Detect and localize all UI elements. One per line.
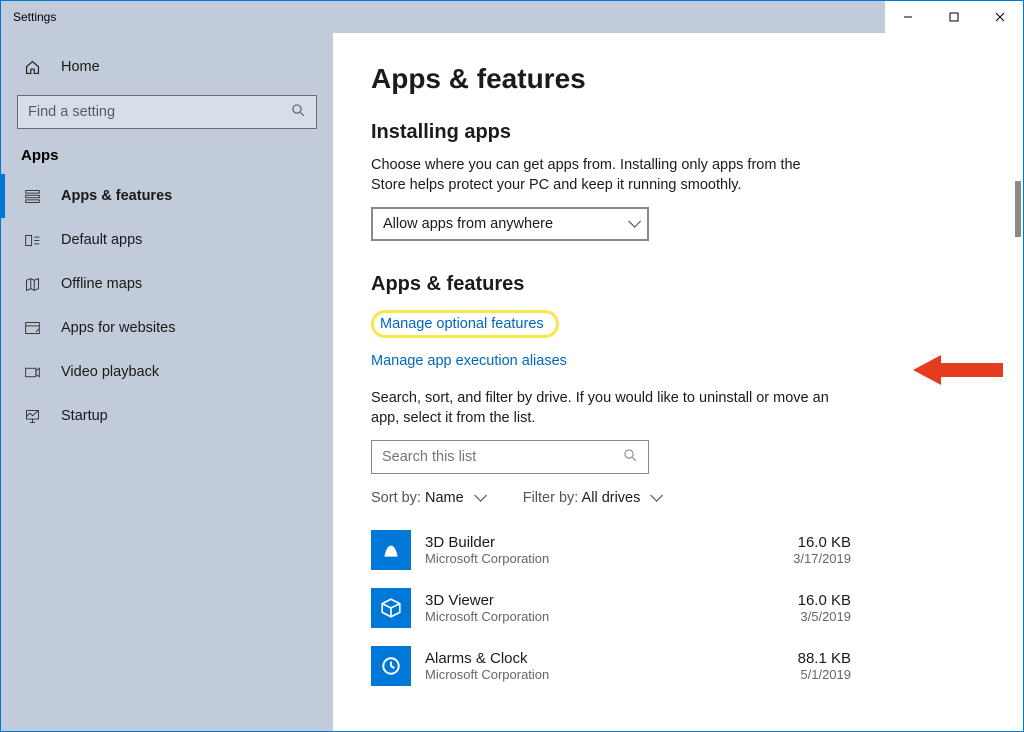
apps-features-heading: Apps & features [371,273,985,296]
install-source-dropdown[interactable]: Allow apps from anywhere [371,207,649,241]
app-meta: 16.0 KB3/17/2019 [793,534,851,566]
installing-apps-desc: Choose where you can get apps from. Inst… [371,156,831,195]
sort-by-dropdown[interactable]: Sort by: Name [371,490,483,506]
search-input[interactable]: Find a setting [17,95,317,129]
sidebar-item-startup[interactable]: Startup [1,394,333,438]
startup-icon [23,408,41,425]
settings-window: Settings Home Find a setting [0,0,1024,732]
search-list-input[interactable]: Search this list [371,440,649,474]
apps-features-desc: Search, sort, and filter by drive. If yo… [371,389,831,428]
apps-websites-icon [23,320,41,337]
chevron-down-icon [644,490,659,506]
app-size: 16.0 KB [798,592,851,609]
search-icon [623,448,638,467]
close-button[interactable] [977,1,1023,33]
sidebar-item-label: Apps for websites [61,320,175,336]
sort-label: Sort by: [371,490,421,506]
sidebar-item-label: Startup [61,408,108,424]
sidebar-item-offline-maps[interactable]: Offline maps [1,262,333,306]
installing-apps-heading: Installing apps [371,121,985,144]
category-header: Apps [1,143,333,174]
chevron-down-icon [468,490,483,506]
app-name: Alarms & Clock [425,650,784,667]
manage-app-aliases-link[interactable]: Manage app execution aliases [371,353,567,369]
app-meta: 88.1 KB5/1/2019 [798,650,851,682]
sidebar-item-label: Offline maps [61,276,142,292]
filter-label: Filter by: [523,490,579,506]
sidebar-item-apps-for-websites[interactable]: Apps for websites [1,306,333,350]
sidebar: Home Find a setting Apps Apps & features [1,33,333,731]
scrollbar-thumb[interactable] [1015,181,1021,237]
filter-by-dropdown[interactable]: Filter by: All drives [523,490,660,506]
app-text: 3D BuilderMicrosoft Corporation [425,534,779,566]
home-button[interactable]: Home [1,45,333,89]
sidebar-item-label: Default apps [61,232,142,248]
sidebar-item-label: Apps & features [61,188,172,204]
sidebar-item-label: Video playback [61,364,159,380]
app-icon [371,530,411,570]
search-list-placeholder: Search this list [382,449,476,465]
app-meta: 16.0 KB3/5/2019 [798,592,851,624]
home-label: Home [61,59,100,75]
window-controls [885,1,1023,33]
home-icon [23,59,41,76]
app-publisher: Microsoft Corporation [425,551,779,566]
window-title: Settings [13,10,56,24]
page-title: Apps & features [371,63,985,95]
sidebar-item-apps-features[interactable]: Apps & features [1,174,333,218]
app-name: 3D Builder [425,534,779,551]
app-icon [371,588,411,628]
filter-value: All drives [582,490,641,506]
chevron-down-icon [622,216,637,232]
titlebar: Settings [1,1,1023,33]
video-playback-icon [23,364,41,381]
search-placeholder: Find a setting [28,104,115,120]
sidebar-item-default-apps[interactable]: Default apps [1,218,333,262]
app-publisher: Microsoft Corporation [425,609,784,624]
maximize-button[interactable] [931,1,977,33]
app-date: 3/5/2019 [798,609,851,624]
apps-list: 3D BuilderMicrosoft Corporation16.0 KB3/… [371,524,985,698]
annotation-arrow [913,353,1003,387]
app-size: 88.1 KB [798,650,851,667]
app-text: 3D ViewerMicrosoft Corporation [425,592,784,624]
app-list-item[interactable]: 3D ViewerMicrosoft Corporation 16.0 KB3/5… [371,582,851,640]
app-date: 5/1/2019 [798,667,851,682]
apps-features-icon [23,188,41,205]
app-list-item[interactable]: 3D BuilderMicrosoft Corporation 16.0 KB3/… [371,524,851,582]
default-apps-icon [23,232,41,249]
app-list-item[interactable]: Alarms & ClockMicrosoft Corporation 88.1 … [371,640,851,698]
offline-maps-icon [23,276,41,293]
search-icon [291,103,306,122]
window-body: Home Find a setting Apps Apps & features [1,33,1023,731]
main-panel: Apps & features Installing apps Choose w… [333,33,1023,731]
sidebar-item-video-playback[interactable]: Video playback [1,350,333,394]
app-size: 16.0 KB [793,534,851,551]
minimize-button[interactable] [885,1,931,33]
app-publisher: Microsoft Corporation [425,667,784,682]
dropdown-value: Allow apps from anywhere [383,216,553,232]
manage-optional-features-link[interactable]: Manage optional features [371,310,559,338]
app-date: 3/17/2019 [793,551,851,566]
app-name: 3D Viewer [425,592,784,609]
sort-value: Name [425,490,464,506]
vertical-scrollbar[interactable] [1007,33,1023,731]
app-text: Alarms & ClockMicrosoft Corporation [425,650,784,682]
app-icon [371,646,411,686]
